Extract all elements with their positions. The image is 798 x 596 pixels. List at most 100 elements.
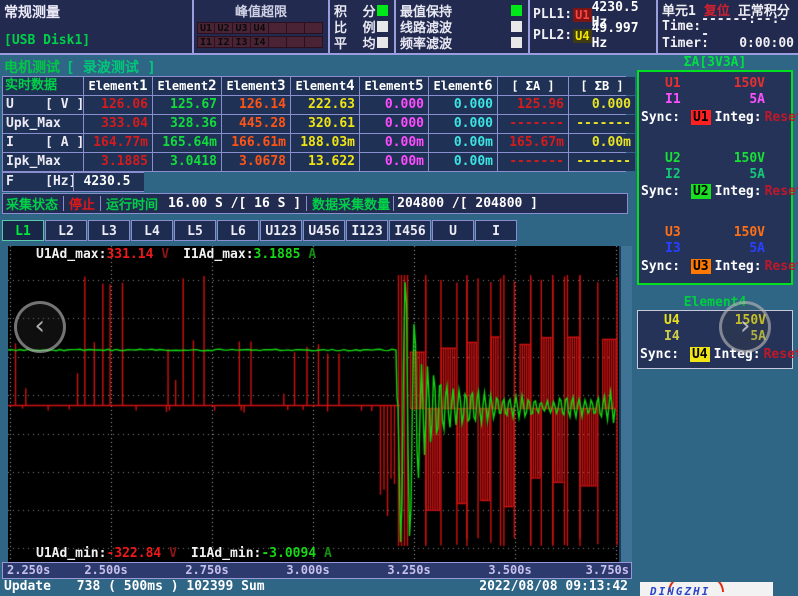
tab-l4[interactable]: L4: [131, 220, 173, 241]
sync-source-badge: U4: [690, 347, 710, 362]
waveform-page-tabs: L1L2L3L4L5L6U123U456I123I456UI: [2, 220, 518, 241]
waveform-panel: U1Ad_max:331.14 V I1Ad_max:3.1885 A U1Ad_…: [8, 246, 632, 562]
table-value-cell: 0.00m: [569, 134, 635, 152]
tab-l2[interactable]: L2: [45, 220, 87, 241]
peak-indicator-cell: [269, 22, 287, 34]
peak-indicator-cell: I1: [197, 36, 215, 48]
current-channel: I1: [665, 92, 681, 108]
table-value-cell: 0.00m: [360, 153, 428, 171]
toggle-row: 平 均: [334, 34, 390, 50]
waveform-min-labels: U1Ad_min:-322.84 VI1Ad_min:-3.0094 A: [36, 546, 346, 561]
integ-reset-value: Reset: [765, 110, 798, 125]
sample-count-value: 204800 /[ 204800 ]: [397, 196, 538, 211]
tab-u[interactable]: U: [432, 220, 474, 241]
frequency-row: F [Hz] 4230.5: [2, 172, 144, 192]
filter-toggles: 最值保持线路滤波频率滤波: [396, 0, 530, 53]
trace-extreme-unit: V: [161, 546, 177, 561]
waveform-max-labels: U1Ad_max:331.14 V I1Ad_max:3.1885 A: [36, 247, 330, 262]
brand-logo: DINGZHI: [640, 582, 773, 596]
table-value-cell: 125.96: [498, 96, 568, 114]
element4-title: Element4: [637, 295, 793, 310]
time-axis: 2.250s2.500s2.750s3.000s3.250s3.500s3.75…: [2, 562, 632, 579]
voltage-channel: U3: [665, 225, 681, 241]
peak-overlimit-section: 峰值超限 U1U2U3U4I1I2I3I4: [194, 0, 330, 53]
tab-l6[interactable]: L6: [217, 220, 259, 241]
trace-extreme-name: U1Ad_min:: [36, 546, 106, 561]
time-tick-label: 2.500s: [84, 563, 127, 578]
sigma-group-title: ΣA[3V3A]: [637, 55, 793, 70]
peak-indicator-cell: I3: [233, 36, 251, 48]
time-tick-label: 2.750s: [185, 563, 228, 578]
tab-i456[interactable]: I456: [389, 220, 431, 241]
tab-l1[interactable]: L1: [2, 220, 44, 241]
table-row-label: Ipk_Max: [3, 153, 83, 171]
peak-indicator-cell: I4: [251, 36, 269, 48]
table-row-label: U [ V ]: [3, 96, 83, 114]
table-value-cell: 166.61m: [222, 134, 290, 152]
table-value-cell: 3.0418: [153, 153, 221, 171]
tab-l3[interactable]: L3: [88, 220, 130, 241]
toggle-label: 频率滤波: [400, 33, 452, 52]
table-column-header: Element6: [429, 77, 497, 95]
measurement-table: 实时数据Element1Element2Element3Element4Elem…: [2, 76, 626, 172]
table-column-header: Element5: [360, 77, 428, 95]
current-channel: I3: [665, 241, 681, 257]
time-tick-label: 2.250s: [7, 563, 50, 578]
peak-indicator-row: U1U2U3U4: [197, 22, 325, 34]
table-value-cell: -------: [498, 115, 568, 133]
peak-indicator-cell: [269, 36, 287, 48]
table-column-header: Element3: [222, 77, 290, 95]
unit-name: 单元1: [662, 0, 696, 19]
tab-u456[interactable]: U456: [303, 220, 345, 241]
sync-source-badge: U2: [691, 184, 711, 199]
current-channel: I4: [664, 329, 680, 345]
peak-indicator-cell: [287, 22, 305, 34]
sync-integ-row: Sync: U2Integ:Reset: [639, 183, 791, 201]
peak-indicator-row: I1I2I3I4: [197, 36, 325, 48]
pll-source-badge: U4: [573, 29, 591, 43]
next-overlay-button[interactable]: ›: [719, 301, 771, 353]
tab-i[interactable]: I: [475, 220, 517, 241]
table-value-cell: 0.000: [429, 115, 497, 133]
pll-row: PLL2:U449.997 Hz: [533, 27, 653, 44]
table-value-cell: 188.03m: [291, 134, 359, 152]
table-value-cell: 328.36: [153, 115, 221, 133]
table-column-header: [ ΣA ]: [498, 77, 568, 95]
time-tick-label: 3.250s: [387, 563, 430, 578]
current-row: I15A: [639, 92, 791, 108]
sync-label: Sync:: [641, 259, 688, 274]
table-corner-label: 实时数据: [3, 77, 83, 95]
prev-overlay-button[interactable]: ‹: [14, 301, 66, 353]
update-label: Update: [4, 579, 51, 594]
integ-label: Integ:: [715, 110, 762, 125]
acq-state: 停止: [69, 194, 95, 213]
tab-u123[interactable]: U123: [260, 220, 302, 241]
table-value-cell: 0.000: [569, 96, 635, 114]
integration-toggles: 积 分比 例平 均: [330, 0, 396, 53]
trace-extreme-label: I1Ad_max:3.1885 A: [183, 247, 316, 262]
motor-test-label: 电机测试: [4, 60, 60, 76]
sync-label: Sync:: [640, 347, 687, 362]
integ-label: Integ:: [715, 259, 762, 274]
trace-extreme-label: U1Ad_max:331.14 V: [36, 247, 169, 262]
indicator-off-icon: [511, 21, 522, 32]
table-value-cell: 126.06: [84, 96, 152, 114]
voltage-row: U1150V: [639, 76, 791, 92]
integ-reset-value: Reset: [765, 259, 798, 274]
peak-indicator-cell: [305, 22, 323, 34]
trace-extreme-unit: V: [153, 247, 169, 262]
voltage-channel: U4: [664, 313, 680, 329]
current-row: I25A: [639, 167, 791, 183]
runtime-value: 16.00 S /[ 16 S ]: [168, 196, 301, 211]
table-value-cell: 13.622: [291, 153, 359, 171]
table-value-cell: 333.04: [84, 115, 152, 133]
tab-l5[interactable]: L5: [174, 220, 216, 241]
trace-extreme-value: 331.14: [106, 247, 153, 262]
table-value-cell: 3.0678: [222, 153, 290, 171]
tab-i123[interactable]: I123: [346, 220, 388, 241]
trace-extreme-name: I1Ad_max:: [183, 247, 253, 262]
toggle-row: 频率滤波: [400, 34, 524, 50]
peak-indicator-cell: [287, 36, 305, 48]
trace-extreme-label: U1Ad_min:-322.84 V: [36, 546, 177, 561]
waveform-scrollbar[interactable]: [619, 246, 632, 562]
